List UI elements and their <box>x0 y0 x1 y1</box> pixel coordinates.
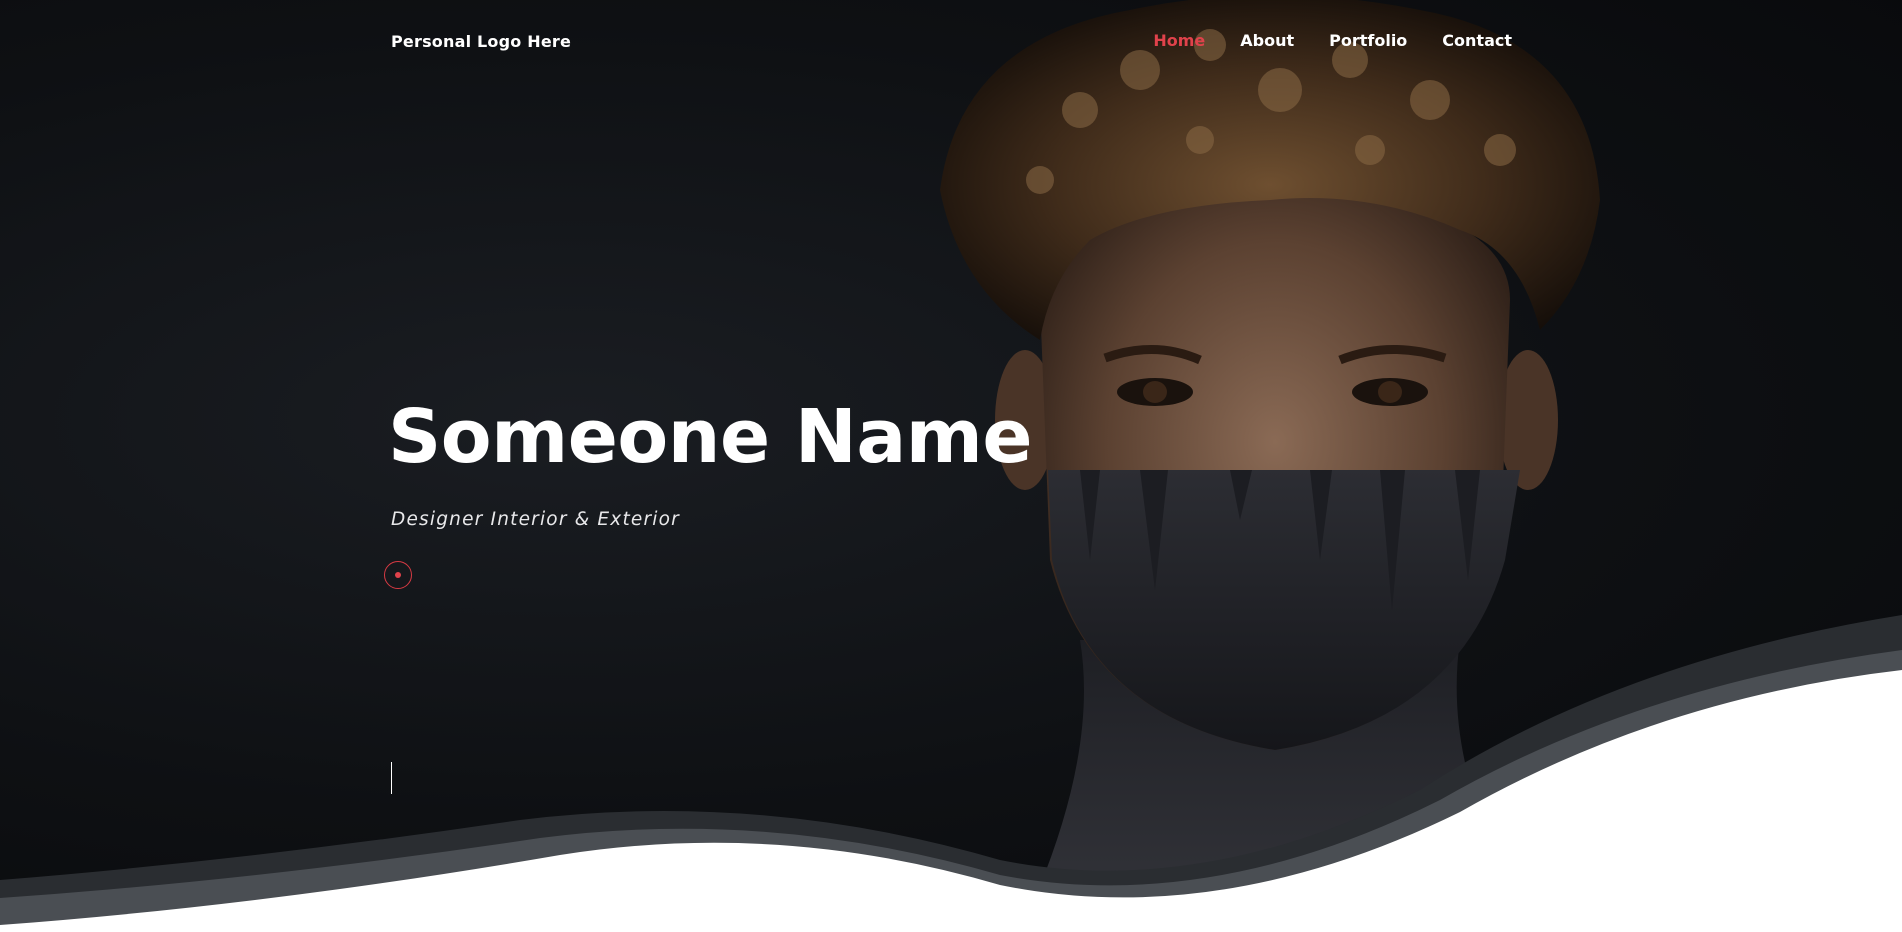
bottom-wave-divider <box>0 615 1902 932</box>
hero-section: Personal Logo Here Home About Portfolio … <box>0 0 1902 932</box>
